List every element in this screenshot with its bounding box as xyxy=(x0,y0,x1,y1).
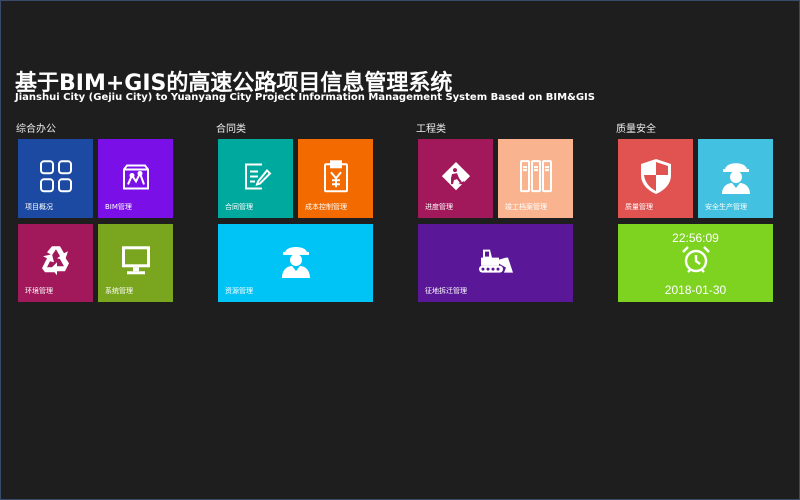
group-label-engineering: 工程类 xyxy=(416,124,446,135)
bulldozer-icon xyxy=(478,249,513,273)
tile-environment-management[interactable]: 环境管理 xyxy=(18,224,93,302)
group-label-office: 综合办公 xyxy=(16,124,56,135)
tile-land-demolition[interactable]: 征地拆迁管理 xyxy=(418,224,573,302)
page-subtitle: Jianshui City (Gejiu City) to Yuanyang C… xyxy=(15,92,595,103)
tile-label: 合同管理 xyxy=(225,203,253,211)
worker-icon xyxy=(281,246,310,278)
tile-label: 资源管理 xyxy=(225,287,253,295)
tile-resource-management[interactable]: 资源管理 xyxy=(218,224,373,302)
tile-safety-management[interactable]: 安全生产管理 xyxy=(698,139,773,218)
shield-icon xyxy=(640,158,671,194)
tile-label: 安全生产管理 xyxy=(705,203,747,211)
grid-icon xyxy=(39,159,72,192)
tile-label: 项目概况 xyxy=(25,203,53,211)
tile-label: BIM管理 xyxy=(105,203,132,211)
tile-cost-control[interactable]: 成本控制管理 xyxy=(298,139,373,218)
tile-label: 进度管理 xyxy=(425,203,453,211)
tile-bim-management[interactable]: BIM管理 xyxy=(98,139,173,218)
group-label-contract: 合同类 xyxy=(216,124,246,135)
tile-label: 系统管理 xyxy=(105,287,133,295)
tile-contract-management[interactable]: 合同管理 xyxy=(218,139,293,218)
recycle-icon xyxy=(41,246,69,276)
tile-label: 环境管理 xyxy=(25,287,53,295)
monitor-icon xyxy=(121,246,150,275)
tile-project-overview[interactable]: 项目概况 xyxy=(18,139,93,218)
tile-label: 征地拆迁管理 xyxy=(425,287,467,295)
clock-time: 22:56:09 xyxy=(672,231,719,245)
road-work-sign-icon xyxy=(441,161,470,190)
tile-label: 质量管理 xyxy=(625,203,653,211)
bim-model-icon xyxy=(122,163,149,189)
tile-archive-management[interactable]: 竣工档案管理 xyxy=(498,139,573,218)
alarm-clock-icon xyxy=(681,246,710,273)
tile-label: 竣工档案管理 xyxy=(505,203,547,211)
tile-quality-management[interactable]: 质量管理 xyxy=(618,139,693,218)
tile-label: 成本控制管理 xyxy=(305,203,347,211)
binders-icon xyxy=(519,159,552,192)
contract-icon xyxy=(244,162,271,189)
tile-progress-management[interactable]: 进度管理 xyxy=(418,139,493,218)
clock-tile[interactable]: 22:56:09 2018-01-30 xyxy=(618,224,773,302)
clock-date: 2018-01-30 xyxy=(664,283,727,297)
clipboard-yen-icon xyxy=(323,159,348,192)
group-label-quality: 质量安全 xyxy=(616,124,656,135)
tile-system-management[interactable]: 系统管理 xyxy=(98,224,173,302)
safety-helmet-icon xyxy=(721,162,750,194)
